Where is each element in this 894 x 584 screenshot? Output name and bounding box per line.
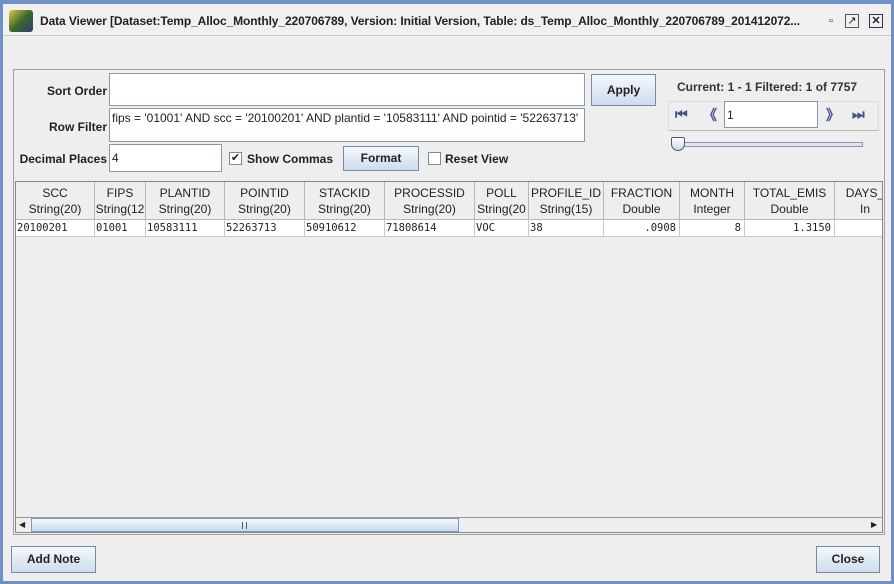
column-name: FIPS <box>106 186 134 200</box>
page-slider-track[interactable] <box>675 142 863 147</box>
column-name: STACKID <box>318 186 371 200</box>
reset-view-label: Reset View <box>445 152 509 166</box>
column-header-stackid[interactable]: STACKID String(20) <box>305 182 385 220</box>
column-type: String(20) <box>238 202 291 216</box>
decimal-places-label: Decimal Places <box>19 152 107 166</box>
sort-order-label: Sort Order <box>46 84 107 98</box>
format-button[interactable]: Format <box>343 146 419 171</box>
column-name: POINTID <box>240 186 289 200</box>
scrollbar-thumb[interactable] <box>31 518 459 532</box>
column-header-plantid[interactable]: PLANTID String(20) <box>146 182 225 220</box>
first-page-icon[interactable]: ⏮ <box>675 106 688 123</box>
column-header-profile-id[interactable]: PROFILE_ID String(15) <box>529 182 604 220</box>
table-cell[interactable]: 50910612 <box>305 220 385 237</box>
close-icon[interactable]: ✕ <box>869 14 883 28</box>
row-filter-input[interactable]: fips = '01001' AND scc = '20100201' AND … <box>109 108 585 142</box>
next-page-icon[interactable]: 》 <box>826 105 840 125</box>
table-cell[interactable]: 10583111 <box>146 220 225 237</box>
column-name: MONTH <box>690 186 734 200</box>
maximize-icon[interactable]: ↗ <box>845 14 859 28</box>
window-title: Data Viewer [Dataset:Temp_Alloc_Monthly_… <box>40 14 800 28</box>
apply-button[interactable]: Apply <box>591 74 656 106</box>
table-cell[interactable]: 71808614 <box>385 220 475 237</box>
column-type: Double <box>770 202 809 216</box>
scroll-left-icon[interactable]: ◀ <box>19 520 25 529</box>
column-type: String(20) <box>158 202 212 216</box>
column-name: DAYS_ <box>845 186 883 200</box>
column-type: String(12 <box>95 202 145 216</box>
column-header-days-[interactable]: DAYS_ In <box>835 182 883 220</box>
column-name: PROCESSID <box>394 186 465 200</box>
column-type: String(15) <box>539 202 593 216</box>
table-cell[interactable]: 20100201 <box>16 220 95 237</box>
page-slider-thumb[interactable] <box>671 137 685 151</box>
decimal-places-input[interactable]: 4 <box>109 144 222 172</box>
data-table: ◀ ▶ SCC String(20) FIPS String(12 PLANTID Str… <box>15 181 883 533</box>
table-cell[interactable]: 01001 <box>95 220 146 237</box>
column-header-scc[interactable]: SCC String(20) <box>16 182 95 220</box>
table-cell[interactable]: 38 <box>529 220 604 237</box>
column-header-total-emis[interactable]: TOTAL_EMIS Double <box>745 182 835 220</box>
horizontal-scrollbar[interactable]: ◀ ▶ <box>16 517 882 532</box>
show-commas-label: Show Commas <box>247 152 334 166</box>
column-type: Integer <box>693 202 731 216</box>
show-commas-checkbox[interactable]: ✔ <box>229 152 242 165</box>
column-type: String(20) <box>28 202 82 216</box>
column-type: Double <box>622 202 661 216</box>
scroll-right-icon[interactable]: ▶ <box>871 520 877 529</box>
column-name: FRACTION <box>610 186 673 200</box>
restore-icon[interactable]: ▫ <box>824 14 838 28</box>
column-header-poll[interactable]: POLL String(20 <box>475 182 529 220</box>
add-note-button[interactable]: Add Note <box>11 546 96 573</box>
column-name: SCC <box>42 186 68 200</box>
table-cell[interactable]: .0908 <box>604 220 680 237</box>
paging-status: Current: 1 - 1 Filtered: 1 of 7757 <box>677 80 858 94</box>
page-number-input[interactable]: 1 <box>724 101 818 128</box>
column-header-pointid[interactable]: POINTID String(20) <box>225 182 305 220</box>
table-cell[interactable]: 8 <box>680 220 745 237</box>
column-name: PLANTID <box>159 186 211 200</box>
row-filter-label: Row Filter <box>48 120 107 134</box>
column-type: String(20 <box>477 202 526 216</box>
column-type: String(20) <box>318 202 371 216</box>
table-cell[interactable]: 1.3150 <box>745 220 835 237</box>
table-cell[interactable]: 52263713 <box>225 220 305 237</box>
previous-page-icon[interactable]: 《 <box>703 105 717 125</box>
add-note-label: Add Note <box>26 552 81 566</box>
column-header-processid[interactable]: PROCESSID String(20) <box>385 182 475 220</box>
column-type: In <box>859 202 870 216</box>
data-viewer-window: Data Viewer [Dataset:Temp_Alloc_Monthly_… <box>0 0 894 584</box>
column-name: POLL <box>486 186 517 200</box>
column-header-month[interactable]: MONTH Integer <box>680 182 745 220</box>
last-page-icon[interactable]: ⏭ <box>852 106 865 123</box>
close-button[interactable]: Close <box>816 546 880 573</box>
column-name: PROFILE_ID <box>530 186 602 200</box>
column-name: TOTAL_EMIS <box>752 186 827 200</box>
sort-order-input[interactable] <box>109 73 585 106</box>
title-bar[interactable]: Data Viewer [Dataset:Temp_Alloc_Monthly_… <box>3 6 891 36</box>
table-cell[interactable] <box>835 220 882 237</box>
column-type: String(20) <box>403 202 456 216</box>
column-header-fraction[interactable]: FRACTION Double <box>604 182 680 220</box>
column-header-fips[interactable]: FIPS String(12 <box>95 182 146 220</box>
reset-view-checkbox[interactable] <box>428 152 441 165</box>
table-cell[interactable]: VOC <box>475 220 529 237</box>
app-icon <box>9 10 33 32</box>
